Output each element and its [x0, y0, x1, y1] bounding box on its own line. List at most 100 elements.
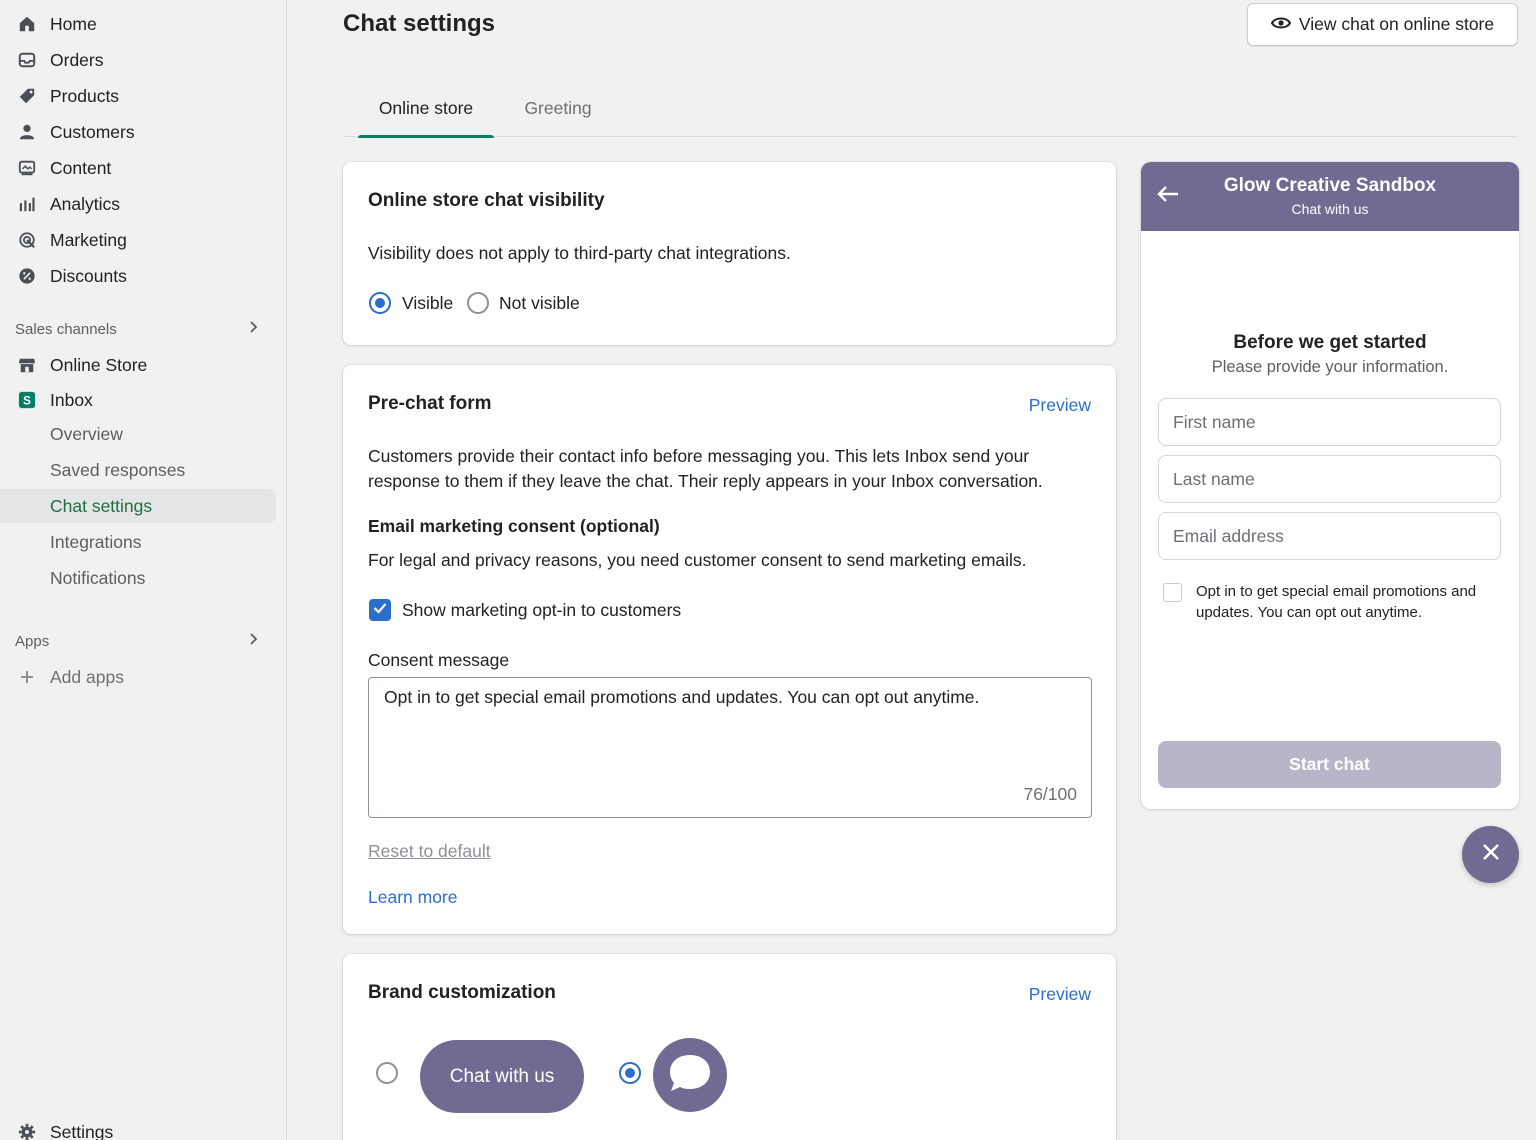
not-visible-radio[interactable]: [467, 292, 489, 314]
eye-icon: [1270, 14, 1292, 35]
brand-card: Brand customization Preview Chat with us: [343, 954, 1116, 1140]
visible-label: Visible: [402, 293, 454, 313]
add-apps-label: Add apps: [50, 666, 124, 687]
chat-with-us-button-preview: Chat with us: [420, 1040, 584, 1113]
last-name-field[interactable]: Last name: [1158, 455, 1501, 503]
nav-orders[interactable]: Orders: [0, 43, 276, 77]
prechat-card-title: Pre-chat form: [368, 393, 492, 414]
store-name: Glow Creative Sandbox: [1223, 175, 1437, 196]
nav-products[interactable]: Products: [0, 79, 276, 113]
sub-item-notifications[interactable]: Notifications: [0, 561, 276, 595]
content-icon: [17, 158, 37, 178]
sub-item-overview[interactable]: Overview: [0, 417, 276, 451]
brand-preview-link[interactable]: Preview: [1029, 984, 1091, 1005]
sidebar: Home Orders Products Customers Content A…: [0, 0, 287, 1140]
sub-item-label: Saved responses: [50, 459, 186, 480]
bar-chart-icon: [17, 194, 37, 214]
prechat-card: Pre-chat form Preview Customers provide …: [343, 365, 1116, 934]
sub-item-integrations[interactable]: Integrations: [0, 525, 276, 559]
marketing-optin-label: Show marketing opt-in to customers: [402, 600, 682, 620]
optin-checkbox[interactable]: [1163, 583, 1182, 602]
optin-text-1: Opt in to get special email promotions a…: [1196, 583, 1477, 600]
sub-item-label: Notifications: [50, 567, 146, 588]
nav-label: Orders: [50, 49, 104, 70]
chevron-right-icon: [246, 632, 260, 650]
nav-label: Online Store: [50, 354, 148, 375]
button-style-radio[interactable]: [376, 1062, 398, 1084]
person-icon: [17, 122, 37, 142]
consent-heading: Email marketing consent (optional): [368, 516, 660, 536]
view-chat-button[interactable]: View chat on online store: [1247, 3, 1518, 46]
prechat-heading: Before we get started: [1233, 332, 1427, 353]
prechat-description-2: response to them if they leave the chat.…: [368, 471, 1043, 491]
nav-label: Settings: [50, 1121, 114, 1140]
start-chat-button[interactable]: Start chat: [1158, 741, 1501, 788]
nav-inbox[interactable]: S Inbox: [0, 383, 276, 417]
tab-greeting[interactable]: Greeting: [508, 80, 608, 137]
apps-header[interactable]: Apps: [15, 632, 260, 650]
nav-label: Customers: [50, 121, 135, 142]
gear-icon: [17, 1122, 37, 1140]
tab-label: Greeting: [524, 98, 592, 118]
page-title: Chat settings: [343, 10, 496, 37]
nav-label: Products: [50, 85, 120, 106]
consent-message-textarea[interactable]: Opt in to get special email promotions a…: [368, 677, 1092, 818]
sub-item-chat-settings[interactable]: Chat settings: [0, 489, 276, 523]
close-icon: [1481, 842, 1501, 867]
first-name-field[interactable]: First name: [1158, 398, 1501, 446]
tab-label: Online store: [378, 98, 474, 118]
plus-icon: [17, 667, 37, 687]
sub-item-label: Overview: [50, 423, 123, 444]
consent-message-value: Opt in to get special email promotions a…: [384, 687, 980, 707]
view-chat-label: View chat on online store: [1298, 14, 1495, 34]
nav-label: Discounts: [50, 265, 127, 286]
not-visible-label: Not visible: [499, 293, 580, 313]
visibility-card: Online store chat visibility Visibility …: [343, 162, 1116, 345]
sub-item-label: Integrations: [50, 531, 142, 552]
nav-customers[interactable]: Customers: [0, 115, 276, 149]
tab-online-store[interactable]: Online store: [358, 80, 494, 138]
sub-item-label: Chat settings: [50, 495, 153, 516]
visible-radio[interactable]: [369, 292, 391, 314]
chat-subtitle: Chat with us: [1291, 201, 1369, 217]
chat-icon-preview: [653, 1038, 727, 1112]
character-count: 76/100: [1023, 784, 1077, 804]
prechat-subheading: Please provide your information.: [1211, 358, 1449, 376]
brand-card-title: Brand customization: [368, 982, 556, 1003]
chat-preview-panel: Glow Creative Sandbox Chat with us Befor…: [1141, 162, 1519, 809]
icon-style-radio[interactable]: [619, 1062, 641, 1084]
apps-label: Apps: [15, 632, 50, 650]
nav-discounts[interactable]: Discounts: [0, 259, 276, 293]
nav-online-store[interactable]: Online Store: [0, 348, 276, 382]
sales-channels-header[interactable]: Sales channels: [15, 320, 260, 338]
prechat-preview-link[interactable]: Preview: [1029, 395, 1091, 416]
nav-content[interactable]: Content: [0, 151, 276, 185]
visibility-description: Visibility does not apply to third-party…: [368, 243, 791, 263]
consent-message-label: Consent message: [368, 650, 510, 670]
checkmark-icon: [373, 601, 387, 619]
svg-text:S: S: [23, 395, 31, 408]
nav-settings[interactable]: Settings: [0, 1115, 276, 1140]
learn-more-link[interactable]: Learn more: [368, 885, 458, 910]
close-chat-button[interactable]: [1462, 826, 1519, 883]
nav-label: Analytics: [50, 193, 121, 214]
nav-label: Home: [50, 13, 97, 34]
tab-bar: Online store Greeting: [343, 80, 1518, 138]
discount-icon: [17, 266, 37, 286]
nav-label: Inbox: [50, 389, 93, 410]
nav-analytics[interactable]: Analytics: [0, 187, 276, 221]
optin-text-2: updates. You can opt out anytime.: [1196, 604, 1423, 621]
marketing-optin-checkbox[interactable]: [369, 599, 391, 621]
tag-icon: [17, 86, 37, 106]
prechat-description-1: Customers provide their contact info bef…: [368, 446, 1030, 466]
add-apps-button[interactable]: Add apps: [0, 660, 276, 694]
consent-description: For legal and privacy reasons, you need …: [368, 550, 1027, 570]
orders-icon: [17, 50, 37, 70]
nav-marketing[interactable]: Marketing: [0, 223, 276, 257]
chat-bubble-icon: [667, 1052, 713, 1099]
nav-label: Content: [50, 157, 112, 178]
sub-item-saved-responses[interactable]: Saved responses: [0, 453, 276, 487]
nav-home[interactable]: Home: [0, 7, 276, 41]
email-field[interactable]: Email address: [1158, 512, 1501, 560]
reset-default-link[interactable]: Reset to default: [368, 839, 491, 864]
